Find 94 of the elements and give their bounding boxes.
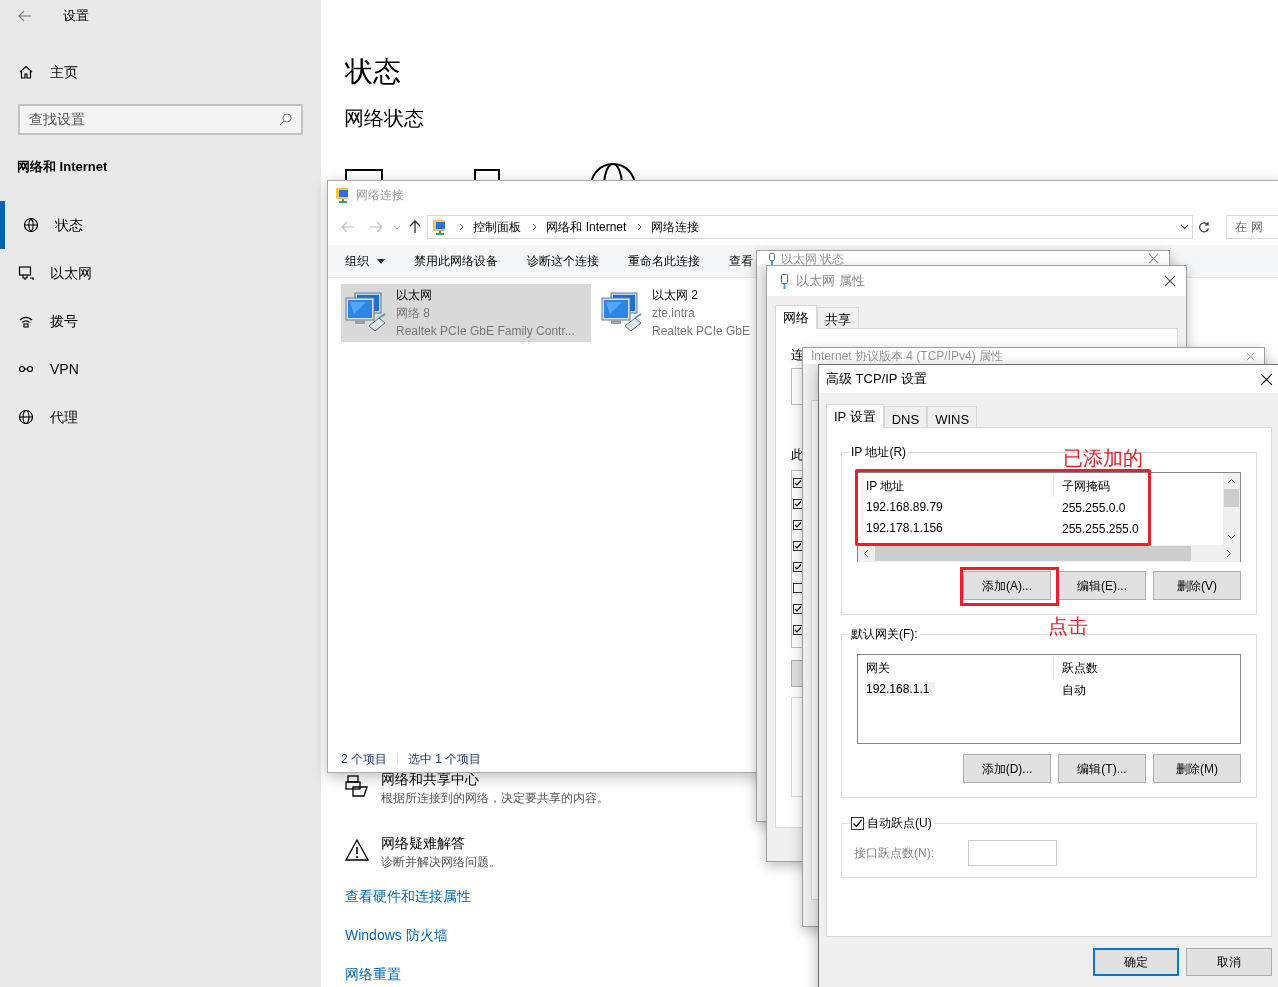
entry-description: 根据所连接到的网络，决定要共享的内容。 — [381, 790, 609, 807]
refresh-icon — [1198, 221, 1211, 233]
breadcrumb[interactable]: 控制面板 — [473, 218, 522, 236]
link[interactable]: Windows 防火墙 — [345, 925, 448, 945]
search-icon — [279, 113, 292, 126]
status-text: 选中 1 个项目 — [408, 751, 482, 768]
page-title: 状态 — [345, 55, 402, 89]
adapter-name: Realtek PCIe GbE Family Contr... — [396, 323, 575, 340]
dialog-button[interactable]: 编辑(E)... — [1058, 571, 1146, 600]
chevron-down-icon — [392, 224, 401, 230]
home-icon — [18, 64, 34, 80]
link[interactable]: 查看硬件和连接属性 — [345, 886, 471, 906]
nav-item[interactable]: 状态 — [0, 201, 321, 249]
breadcrumb[interactable]: 网络和 Internet — [546, 218, 627, 236]
breadcrumb[interactable]: 网络连接 — [651, 218, 700, 236]
caret-icon — [377, 258, 385, 264]
nav-item[interactable]: 拨号 — [0, 297, 321, 345]
dialog-button[interactable]: 编辑(T)... — [1058, 754, 1146, 783]
nav-item[interactable]: 以太网 — [0, 249, 321, 297]
table-cell-text: 自动 — [1061, 681, 1086, 699]
tab[interactable]: DNS — [883, 406, 928, 428]
connection-item[interactable]: 以太网 网络 8 Realtek PCIe GbE Family Contr... — [341, 284, 591, 342]
close-icon[interactable] — [1260, 372, 1273, 386]
section-title: 网络和 Internet — [16, 158, 109, 176]
link[interactable]: 网络重置 — [345, 964, 401, 984]
tab[interactable]: IP 设置 — [826, 404, 884, 428]
globe-icon — [23, 217, 39, 233]
chevron-right-icon — [459, 223, 465, 231]
column-header[interactable]: 网关 — [865, 657, 1054, 679]
up-arrow-icon — [409, 220, 422, 234]
entry-title[interactable]: 网络和共享中心 — [381, 770, 609, 788]
tab[interactable]: WINS — [927, 406, 978, 428]
toolbar-button[interactable]: 诊断这个连接 — [527, 252, 599, 270]
checkbox[interactable] — [851, 816, 864, 830]
field-label: 连 — [791, 346, 804, 364]
network-name: zte.intra — [652, 305, 696, 322]
window-title: Internet 协议版本 4 (TCP/IPv4) 属性 — [811, 348, 1005, 364]
network-cable-icon — [781, 273, 788, 289]
dialog-button[interactable]: 删除(V) — [1153, 571, 1241, 600]
checkbox[interactable] — [793, 583, 803, 593]
close-icon[interactable] — [1164, 275, 1176, 287]
toolbar-menu[interactable]: 组织 — [345, 252, 385, 270]
chevron-down-icon[interactable] — [1179, 224, 1189, 230]
annotation-text: 已添加的 — [1063, 446, 1143, 471]
toolbar-button[interactable]: 重命名此连接 — [628, 252, 700, 270]
connection-name: 以太网 — [396, 287, 433, 304]
tab[interactable]: 网络 — [775, 305, 817, 329]
forward-arrow-icon — [368, 221, 383, 233]
window-title: 设置 — [63, 7, 89, 26]
nav-item[interactable]: VPN — [0, 345, 321, 393]
search-field[interactable]: 在 网 — [1226, 215, 1278, 239]
dialog-button[interactable]: 确定 — [1093, 948, 1179, 976]
window-title: 以太网 属性 — [796, 272, 866, 291]
nav-item[interactable]: 主页 — [50, 61, 78, 83]
toolbar-button[interactable]: 查看 — [729, 252, 753, 270]
field-label: 接口跃点数(N): — [854, 845, 935, 862]
entry-title[interactable]: 网络疑难解答 — [381, 834, 501, 852]
warning-icon — [345, 838, 369, 862]
back-arrow-icon — [18, 10, 32, 22]
adapter-name: Realtek PCIe GbE — [652, 323, 751, 340]
connection-name: 以太网 2 — [652, 287, 699, 304]
dialog-button[interactable]: 取消 — [1186, 948, 1272, 976]
tab[interactable]: 共享 — [817, 307, 859, 329]
chevron-right-icon — [637, 223, 643, 231]
column-header[interactable]: 跃点数 — [1054, 659, 1098, 677]
table-cell[interactable]: 192.168.1.1 — [865, 679, 1054, 700]
monitor-icon — [18, 265, 34, 281]
group-label: 默认网关(F): — [849, 626, 920, 642]
checkbox-label[interactable]: 自动跃点(U) — [867, 814, 934, 832]
table-cell-text: 255.255.0.0 — [1061, 499, 1126, 517]
chevron-right-icon — [532, 223, 538, 231]
window-title: 以太网 状态 — [781, 251, 846, 266]
dialog-button[interactable]: 删除(M) — [1153, 754, 1241, 783]
input-field[interactable] — [968, 840, 1057, 866]
search-field[interactable]: 查找设置 — [18, 104, 303, 135]
window-title: 网络连接 — [356, 187, 404, 204]
entry-description: 诊断并解决网络问题。 — [381, 854, 501, 871]
dialog-button[interactable]: 添加(D)... — [963, 754, 1051, 783]
nav-item[interactable]: 代理 — [0, 393, 321, 441]
toolbar-button[interactable]: 禁用此网络设备 — [414, 252, 498, 270]
group-label: IP 地址(R) — [849, 444, 909, 460]
table-cell-text: 255.255.255.0 — [1061, 520, 1139, 538]
network-folder-icon — [335, 187, 351, 203]
globe-icon — [18, 409, 34, 425]
section-heading: 网络状态 — [344, 106, 425, 131]
status-text: 2 个项目 — [341, 751, 387, 768]
back-arrow-icon — [340, 221, 355, 233]
network-name: 网络 8 — [396, 305, 431, 322]
dialog-button[interactable]: 添加(A)... — [963, 571, 1051, 600]
network-cable-icon — [769, 252, 775, 265]
sharing-center-icon — [345, 774, 369, 798]
window-title: 高级 TCP/IP 设置 — [826, 370, 928, 389]
address-bar[interactable]: 控制面板 网络和 Internet 网络连接 — [427, 215, 1193, 239]
annotation-text: 点击 — [1048, 614, 1088, 639]
